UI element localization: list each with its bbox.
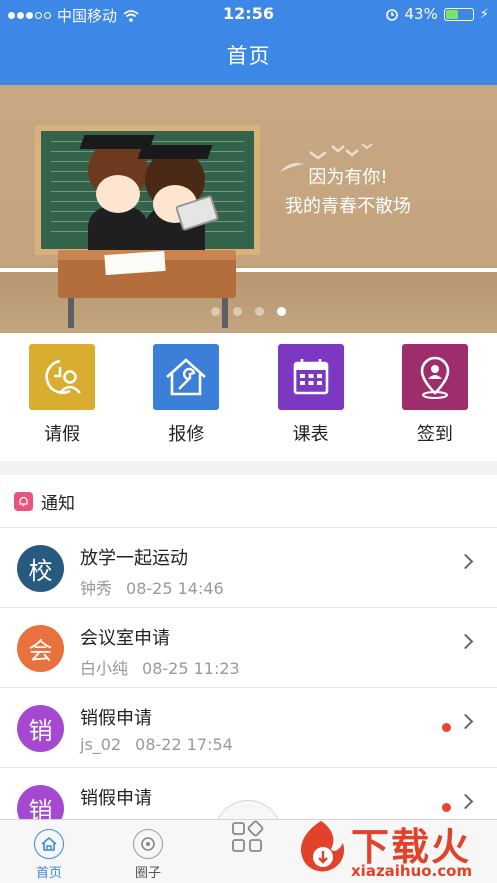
battery-icon	[443, 7, 474, 21]
notice-row-meta: js_02 08-22 17:54	[80, 735, 233, 754]
notice-row[interactable]: 会 会议室申请 白小纯 08-25 11:23	[0, 608, 497, 688]
fire-logo-icon	[301, 821, 345, 872]
notice-row[interactable]: 校 放学一起运动 钟秀 08-25 14:46	[0, 528, 497, 608]
bell-icon	[14, 491, 33, 511]
quick-schedule-label: 课表	[292, 424, 329, 445]
notice-author: 钟秀	[80, 579, 113, 598]
apps-grid-icon[interactable]	[228, 818, 268, 858]
tab-circle[interactable]: 圈子	[113, 820, 183, 883]
notice-row[interactable]: 销 销假申请 js_02 08-22 17:54	[0, 688, 497, 768]
quick-repair-label: 报修	[168, 424, 205, 445]
quick-leave-label: 请假	[44, 424, 81, 445]
circle-icon	[133, 829, 163, 859]
notice-avatar: 会	[17, 625, 64, 672]
notice-header: 通知	[0, 475, 497, 528]
tab-circle-label: 圈子	[134, 866, 161, 881]
banner-caption: 因为有你! 我的青春不散场	[268, 163, 428, 221]
banner-line2: 我的青春不散场	[285, 196, 411, 217]
unread-dot	[442, 723, 451, 732]
repair-icon	[153, 344, 220, 410]
quick-menu: 请假 报修 课表 签到	[0, 333, 497, 461]
banner-carousel[interactable]: 因为有你! 我的青春不散场	[0, 85, 497, 333]
notice-row-title: 放学一起运动	[80, 548, 188, 569]
notice-author: 白小纯	[80, 659, 129, 678]
quick-checkin-label: 签到	[416, 424, 453, 445]
notice-author: js_02	[80, 735, 122, 754]
notice-avatar: 校	[17, 545, 64, 592]
tab-home[interactable]: 首页	[14, 820, 84, 883]
notice-row-title: 销假申请	[80, 788, 152, 809]
chevron-right-icon	[457, 633, 474, 650]
notice-title: 通知	[41, 493, 75, 514]
page-title: 首页	[226, 44, 271, 68]
chevron-right-icon	[457, 553, 474, 570]
leave-icon	[29, 344, 96, 410]
watermark-url: xiazaihuo.com	[351, 862, 473, 880]
carousel-dot[interactable]	[233, 307, 242, 316]
header: 中国移动 12:56 43% ⚡ 首页	[0, 0, 497, 85]
home-icon	[34, 829, 64, 859]
quick-schedule-button[interactable]: 课表	[249, 333, 373, 461]
notice-time: 08-25 11:23	[142, 659, 240, 678]
banner-line1: 因为有你!	[308, 167, 388, 188]
carousel-dot[interactable]	[255, 307, 264, 316]
notice-avatar: 销	[17, 705, 64, 752]
app-screen: 中国移动 12:56 43% ⚡ 首页 因为有你! 我的青春不散场 请假 报修 …	[0, 0, 497, 883]
quick-repair-button[interactable]: 报修	[124, 333, 248, 461]
chevron-right-icon	[457, 793, 474, 810]
status-bar: 中国移动 12:56 43% ⚡	[0, 0, 497, 28]
watermark-logo: 下载火 xiazaihuo.com	[293, 812, 497, 883]
carousel-indicator	[0, 307, 497, 316]
notice-row-title: 会议室申请	[80, 628, 170, 649]
chevron-right-icon	[457, 713, 474, 730]
battery-percent: 43%	[404, 5, 438, 23]
alarm-icon	[385, 9, 398, 21]
calendar-icon	[277, 344, 344, 410]
charging-icon: ⚡	[479, 6, 489, 22]
carousel-dot[interactable]	[277, 307, 286, 316]
notice-row-title: 销假申请	[80, 708, 152, 729]
quick-leave-button[interactable]: 请假	[0, 333, 124, 461]
notice-row-meta: 钟秀 08-25 14:46	[80, 575, 224, 599]
quick-checkin-button[interactable]: 签到	[373, 333, 497, 461]
carousel-dot[interactable]	[211, 307, 220, 316]
tab-home-label: 首页	[35, 866, 62, 881]
notice-time: 08-25 14:46	[126, 579, 224, 598]
notice-section: 通知 校 放学一起运动 钟秀 08-25 14:46 会 会议室申请 白小纯 08-…	[0, 475, 497, 848]
notice-time: 08-22 17:54	[135, 735, 233, 754]
notice-row-meta: 白小纯 08-25 11:23	[80, 655, 240, 679]
location-icon	[401, 344, 468, 410]
unread-dot	[442, 803, 451, 812]
